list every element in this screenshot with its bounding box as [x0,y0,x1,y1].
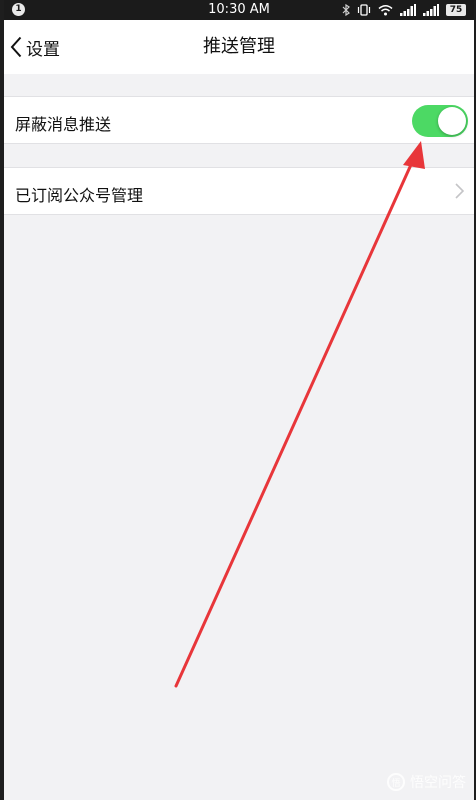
signal-icon [423,4,439,16]
back-button[interactable]: 设置 [10,32,60,62]
chevron-right-icon [455,183,464,199]
battery-indicator: 75 [446,4,466,16]
subscriptions-row[interactable]: 已订阅公众号管理 [4,167,474,215]
status-bar: 1 10:30 AM 75 [4,0,474,20]
block-push-toggle[interactable] [412,105,468,137]
vibrate-icon [357,4,371,16]
watermark-logo: 悟 [387,773,405,791]
phone-screen: 1 10:30 AM 75 推送管理 设置 屏蔽消息推送 已订阅公众号管理 [4,0,474,800]
watermark: 悟 悟空问答 [387,772,466,792]
watermark-text: 悟空问答 [410,775,466,791]
chevron-left-icon [10,36,22,58]
block-push-label: 屏蔽消息推送 [15,115,112,134]
bluetooth-icon [342,4,350,16]
back-label: 设置 [26,39,60,60]
status-icons: 75 [342,3,466,17]
page-title: 推送管理 [203,36,275,57]
nav-bar: 推送管理 设置 [4,20,474,74]
subscriptions-label: 已订阅公众号管理 [15,186,144,205]
toggle-knob [438,107,466,135]
block-push-row: 屏蔽消息推送 [4,96,474,144]
wifi-icon [378,4,393,16]
signal-icon [400,4,416,16]
